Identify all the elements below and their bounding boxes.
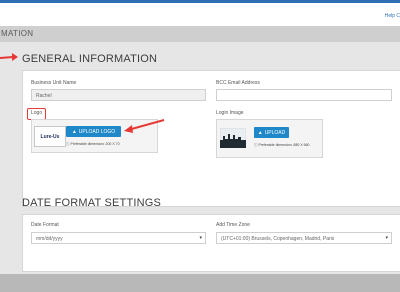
login-hint-text: Preferable dimension: 880 X 660 [258, 143, 310, 147]
help-link[interactable]: Help C [385, 13, 400, 19]
general-information-title: GENERAL INFORMATION [22, 53, 158, 65]
date-format-select[interactable]: mm/dd/yyyy ▾ [31, 232, 206, 244]
time-zone-select[interactable]: (UTC+01:00) Brussels, Copenhagen, Madrid… [216, 232, 392, 244]
info-icon: ⓘ [254, 143, 258, 147]
upload-icon: ▲ [71, 128, 77, 135]
bcc-email-field[interactable] [216, 89, 392, 101]
logo-thumbnail-text: Lure-Us [40, 133, 60, 140]
upload-login-label: UPLOAD [264, 129, 286, 136]
login-image-upload-box: ▲ UPLOAD ⓘ Preferable dimension: 880 X 6… [216, 119, 323, 158]
logo-thumbnail: Lure-Us [34, 126, 66, 147]
time-zone-value: (UTC+01:00) Brussels, Copenhagen, Madrid… [221, 236, 335, 242]
bcc-email-label: BCC Email Address [216, 80, 260, 86]
logo-hint-text: Preferable dimension: 200 X 70 [70, 142, 120, 146]
logo-label: Logo [31, 110, 43, 116]
date-format-label: Date Format [31, 222, 59, 228]
main-content: GENERAL INFORMATION Business Unit Name R… [0, 42, 400, 274]
annotation-arrow-title [0, 53, 18, 61]
footer-bar [0, 274, 400, 292]
info-icon: ⓘ [66, 142, 70, 146]
general-information-card: Business Unit Name Rachel BCC Email Addr… [22, 70, 400, 207]
date-format-settings-title: DATE FORMAT SETTINGS [22, 197, 162, 209]
upload-icon: ▲ [257, 129, 263, 136]
annotation-arrow-upload [124, 119, 165, 133]
chevron-down-icon: ▾ [199, 235, 202, 241]
time-zone-label: Add Time Zone [216, 222, 250, 228]
page-title-bar: MATION [0, 26, 400, 42]
logo-dimension-hint: ⓘ Preferable dimension: 200 X 70 [66, 142, 120, 147]
upload-login-image-button[interactable]: ▲ UPLOAD [254, 127, 289, 138]
upload-logo-button[interactable]: ▲ UPLOAD LOGO [66, 126, 121, 137]
business-unit-label: Business Unit Name [31, 80, 77, 86]
date-format-value: mm/dd/yyyy [36, 236, 63, 242]
business-unit-field[interactable]: Rachel [31, 89, 206, 101]
login-image-dimension-hint: ⓘ Preferable dimension: 880 X 660 [254, 143, 309, 148]
app-header: Help C [0, 3, 400, 26]
login-image-thumbnail [220, 128, 246, 148]
chevron-down-icon: ▾ [385, 235, 388, 241]
page-title: MATION [1, 29, 34, 38]
date-format-card: Date Format mm/dd/yyyy ▾ Add Time Zone (… [22, 214, 400, 272]
upload-logo-label: UPLOAD LOGO [78, 128, 116, 135]
login-image-label: Login Image [216, 110, 244, 116]
